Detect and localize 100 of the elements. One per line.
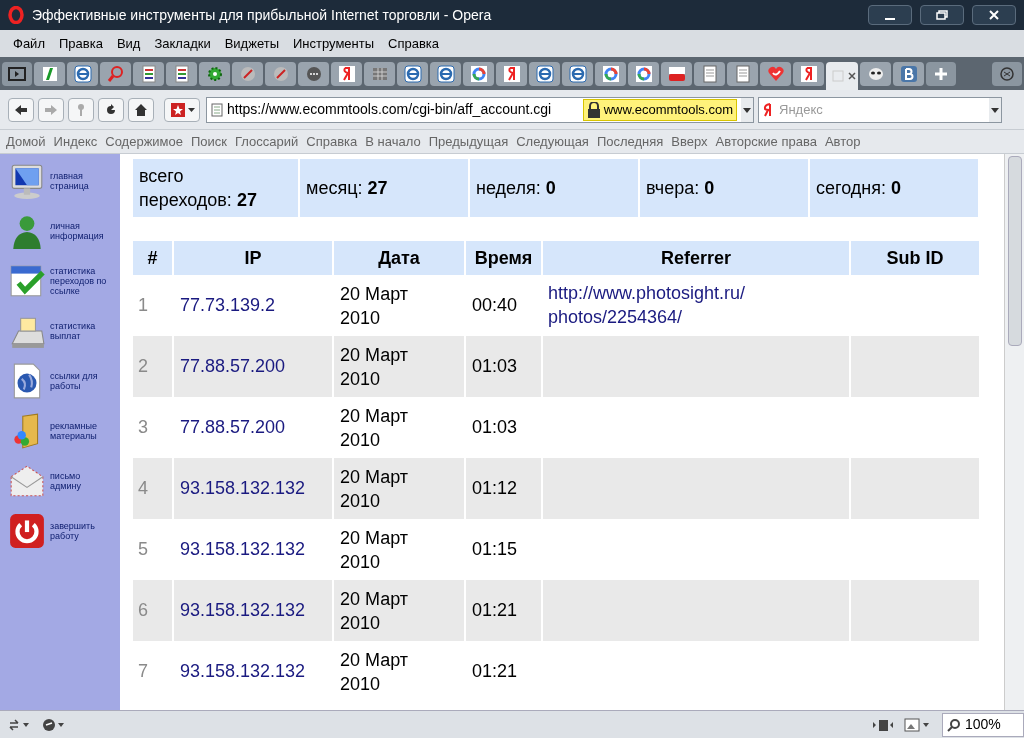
tab-favicon-icon xyxy=(40,64,59,83)
panel-icon xyxy=(8,66,26,81)
closed-tabs-button[interactable] xyxy=(992,61,1022,86)
tab-favicon-icon xyxy=(700,64,719,83)
search-input[interactable]: Яндекс xyxy=(779,99,983,120)
bookmark-button[interactable] xyxy=(164,97,200,122)
sidebar-link[interactable]: ссылки для работы xyxy=(50,371,108,391)
navigation-link[interactable]: Домой xyxy=(2,131,50,152)
sidebar-link[interactable]: главная страница xyxy=(50,171,108,191)
close-icon[interactable] xyxy=(847,71,856,80)
browser-tab[interactable] xyxy=(133,61,164,86)
dropdown-caret-icon[interactable] xyxy=(741,97,753,122)
navigation-link[interactable]: Автор xyxy=(820,131,865,152)
back-icon xyxy=(14,102,28,117)
forward-icon xyxy=(44,102,58,117)
tab-favicon-icon xyxy=(436,64,455,83)
tab-favicon-icon xyxy=(733,64,752,83)
navigation-link[interactable]: Следующая xyxy=(512,131,593,152)
browser-tab[interactable] xyxy=(166,61,197,86)
sidebar-link[interactable]: статистика выплат xyxy=(50,321,108,341)
browser-tab[interactable] xyxy=(397,61,428,86)
back-button[interactable] xyxy=(8,97,34,122)
new-tab-button[interactable] xyxy=(926,61,956,86)
sidebar-link[interactable]: рекламные материалы xyxy=(50,421,108,441)
browser-tab[interactable] xyxy=(562,61,593,86)
image-icon[interactable] xyxy=(904,717,932,732)
tab-favicon-icon xyxy=(502,64,521,83)
time-cell: 01:21 xyxy=(465,641,542,702)
address-field[interactable]: https://www.ecommtools.com/cgi-bin/aff_account.cgi www.ecommtools.com xyxy=(206,96,754,123)
ip-link[interactable]: 93.158.132.132 xyxy=(173,641,333,702)
scrollbar[interactable] xyxy=(1004,154,1024,710)
browser-tab[interactable] xyxy=(628,61,659,86)
browser-tab[interactable] xyxy=(860,61,891,86)
zoom-control[interactable]: 100% xyxy=(942,712,1024,737)
home-button[interactable] xyxy=(128,97,154,122)
url-text: https://www.ecommtools.com/cgi-bin/aff_account.cgi xyxy=(227,100,553,119)
menu-item[interactable]: Вид xyxy=(109,33,148,54)
tab-favicon-icon xyxy=(568,64,587,83)
row-number: 7 xyxy=(133,641,173,702)
browser-tab[interactable] xyxy=(893,61,924,86)
search-field[interactable]: Яндекс xyxy=(758,96,1002,123)
close-button[interactable] xyxy=(972,5,1016,25)
tab-favicon-icon xyxy=(766,64,785,83)
sidebar-link[interactable]: личная информация xyxy=(50,221,108,241)
menu-item[interactable]: Закладки xyxy=(147,33,218,54)
yandex-logo-icon xyxy=(763,102,773,117)
tab-favicon-icon xyxy=(73,64,92,83)
stat-text: сегодня: 0 xyxy=(816,177,902,200)
navigation-link[interactable]: В начало xyxy=(361,131,425,152)
browser-tab[interactable] xyxy=(826,61,858,90)
power-icon[interactable] xyxy=(8,512,46,550)
browser-tab[interactable] xyxy=(727,61,758,86)
browser-tab[interactable] xyxy=(232,61,263,86)
sidebar-link[interactable]: статистика переходов по ссылке xyxy=(50,266,108,296)
navigation-link[interactable]: Справка xyxy=(302,131,362,152)
reload-button[interactable] xyxy=(98,97,124,122)
sync-arrows-icon[interactable] xyxy=(8,718,32,731)
navigation-link[interactable]: Авторские права xyxy=(711,131,821,152)
browser-tab[interactable] xyxy=(529,61,560,86)
tab-favicon-icon xyxy=(535,64,554,83)
tab-favicon-icon xyxy=(899,64,918,83)
star-icon xyxy=(169,101,186,118)
browser-tab[interactable] xyxy=(67,61,98,86)
tab-favicon-icon xyxy=(238,64,257,83)
sidebar-link[interactable]: письмо админу xyxy=(50,471,108,491)
navigation-link[interactable]: Глоссарий xyxy=(231,131,303,152)
browser-tab[interactable] xyxy=(595,61,626,86)
menu-item[interactable]: Виджеты xyxy=(217,33,286,54)
tab-favicon-icon xyxy=(304,64,323,83)
panel-toggle-button[interactable] xyxy=(2,61,32,86)
browser-tab[interactable] xyxy=(430,61,461,86)
dropdown-caret-icon[interactable] xyxy=(989,97,1001,122)
page-layout-icon[interactable] xyxy=(872,717,894,732)
navigation-link[interactable]: Вверх xyxy=(667,131,712,152)
browser-tab[interactable] xyxy=(694,61,725,86)
security-badge[interactable]: www.ecommtools.com xyxy=(582,98,737,121)
menu-item[interactable]: Справка xyxy=(381,33,447,54)
referrer-link[interactable]: http://www.photosight.ru/ photos/2254364/ xyxy=(548,281,828,329)
navigation-link[interactable]: Последняя xyxy=(592,131,668,152)
date-cell: 20 Март 2010 xyxy=(333,641,465,702)
menu-item[interactable]: Инструменты xyxy=(286,33,382,54)
browser-tab[interactable] xyxy=(463,61,494,86)
menu-item[interactable]: Правка xyxy=(51,33,110,54)
maximize-button[interactable] xyxy=(920,5,964,25)
browser-tab[interactable] xyxy=(265,61,296,86)
sidebar-link[interactable]: завершить работу xyxy=(50,521,108,541)
navigation-link[interactable]: Поиск xyxy=(187,131,232,152)
navigation-link[interactable]: Содержимое xyxy=(101,131,187,152)
minimize-icon xyxy=(884,18,896,20)
browser-tab[interactable] xyxy=(331,61,362,86)
stat-text: неделя: 0 xyxy=(476,177,556,200)
minimize-button[interactable] xyxy=(868,5,912,25)
browser-tab[interactable] xyxy=(661,61,692,86)
browser-tab[interactable] xyxy=(793,61,824,86)
browser-tab[interactable] xyxy=(496,61,527,86)
navigation-link[interactable]: Индекс xyxy=(49,131,102,152)
browser-tab[interactable] xyxy=(34,61,65,86)
navigation-link[interactable]: Предыдущая xyxy=(424,131,513,152)
menu-item[interactable]: Файл xyxy=(6,33,52,54)
tab-favicon-icon xyxy=(799,64,818,83)
